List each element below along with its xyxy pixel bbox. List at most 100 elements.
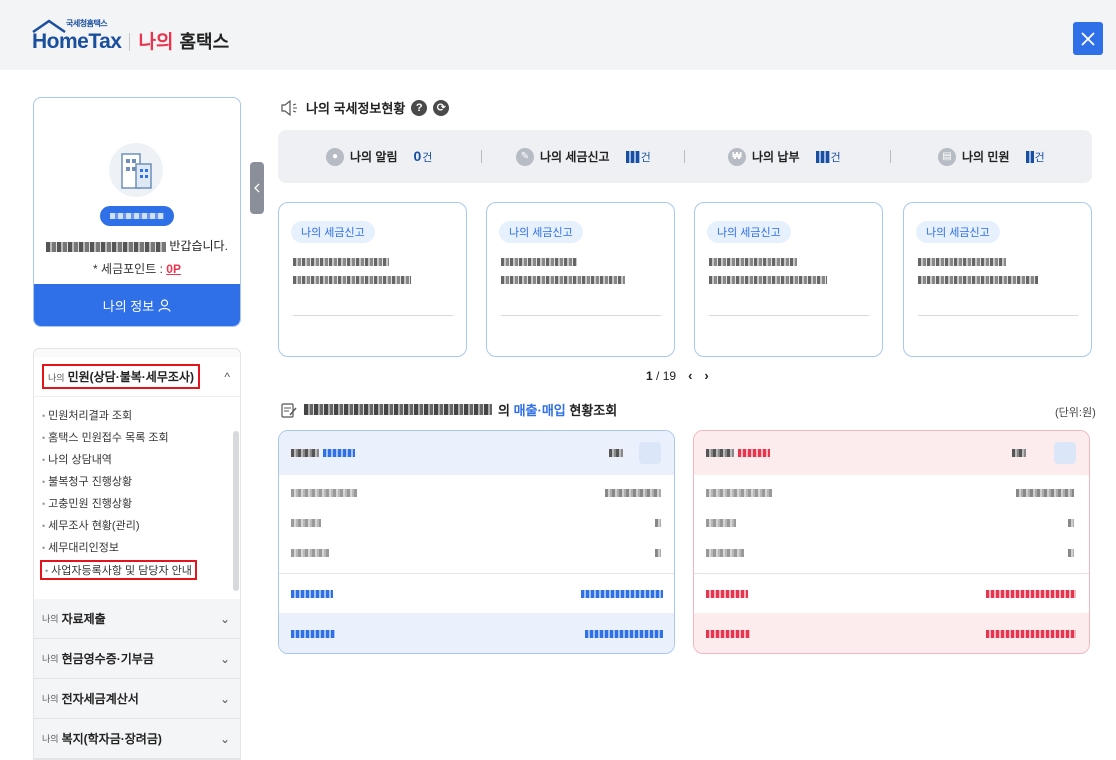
submenu-civil: 민원처리결과 조회 홈택스 민원접수 목록 조회 나의 상담내역 불복청구 진행… <box>34 397 240 599</box>
next-page-button[interactable]: › <box>704 368 708 383</box>
menu-section-cash-receipt[interactable]: 나의 현금영수증·기부금 ⌄ <box>34 639 240 679</box>
status-payment[interactable]: ₩ 나의 납부 건 <box>728 130 841 183</box>
status-civil[interactable]: ▤ 나의 민원 건 <box>938 130 1045 183</box>
card-detail-redacted <box>293 258 389 266</box>
card-detail-redacted <box>709 258 797 266</box>
submenu-item[interactable]: 나의 상담내역 <box>42 451 112 467</box>
tax-status-bar: ● 나의 알림 0건 ✎ 나의 세금신고 건 ₩ 나의 납부 건 ▤ 나의 민원… <box>278 130 1092 183</box>
menu-section-civil-label-box: 나의 민원(상담·불복·세무조사) <box>42 364 200 389</box>
card-tag: 나의 세금신고 <box>916 221 1000 243</box>
panel-row-grand-total <box>279 613 674 653</box>
status-label: 나의 납부 <box>752 150 800 164</box>
unit-label: (단위:원) <box>1055 407 1096 419</box>
card-tag: 나의 세금신고 <box>499 221 583 243</box>
submenu-item-business-registration[interactable]: 사업자등록사항 및 담당자 안내 <box>40 560 197 580</box>
menu-prefix: 나의 <box>48 373 65 383</box>
panel-row-total <box>279 573 674 613</box>
user-type-badge <box>100 206 174 226</box>
business-name-redacted <box>304 404 492 415</box>
status-notifications[interactable]: ● 나의 알림 0건 <box>326 130 432 183</box>
tax-filing-card[interactable]: 나의 세금신고 <box>486 202 675 357</box>
tax-filing-card[interactable]: 나의 세금신고 <box>903 202 1092 357</box>
memo-icon <box>281 402 297 418</box>
tax-filing-card[interactable]: 나의 세금신고 <box>278 202 467 357</box>
card-detail-redacted <box>709 276 827 284</box>
speaker-icon <box>281 99 297 116</box>
menu-section-data-submit[interactable]: 나의 자료제출 ⌄ <box>34 599 240 639</box>
logo-subtitle: 국세청홈택스 <box>66 19 108 28</box>
my-info-button[interactable]: 나의 정보 <box>34 284 240 326</box>
status-label: 나의 민원 <box>962 150 1010 164</box>
menu-section-welfare[interactable]: 나의 복지(학자금·장려금) ⌄ <box>34 719 240 759</box>
refresh-icon[interactable]: ⟳ <box>433 99 450 116</box>
purchase-panel <box>693 430 1090 654</box>
profile-card: 반갑습니다. * 세금포인트 : 0P 나의 정보 <box>33 97 241 327</box>
sales-title-mid: 의 <box>498 403 514 418</box>
menu-section-label: 민원(상담·불복·세무조사) <box>67 370 194 384</box>
status-count: 건 <box>1025 148 1045 165</box>
menu-section-label: 현금영수증·기부금 <box>61 652 154 666</box>
logo-hometax-text: 국세청홈택스 HomeTax <box>32 19 122 54</box>
panel-toggle-button[interactable] <box>1054 442 1076 464</box>
card-tag: 나의 세금신고 <box>291 221 375 243</box>
close-button[interactable] <box>1073 22 1103 55</box>
tax-points: * 세금포인트 : 0P <box>34 260 240 277</box>
menu-scrollbar[interactable] <box>233 431 239 591</box>
submenu-item[interactable]: 고충민원 진행상황 <box>42 495 132 511</box>
document-icon: ✎ <box>516 147 534 166</box>
card-detail-redacted <box>501 258 577 266</box>
panel-header <box>694 431 1089 475</box>
panel-row-total <box>694 573 1089 613</box>
submenu-item[interactable]: 세무대리인정보 <box>42 539 119 555</box>
logo-roof-icon <box>32 19 66 33</box>
submenu-item[interactable]: 불복청구 진행상황 <box>42 473 132 489</box>
status-divider <box>481 150 482 163</box>
sales-title-highlight: 매출·매입 <box>513 403 566 418</box>
status-count: 0건 <box>413 148 433 164</box>
menu-section-label: 복지(학자금·장려금) <box>61 732 162 746</box>
status-count: 건 <box>625 148 651 165</box>
tax-filing-card[interactable]: 나의 세금신고 <box>694 202 883 357</box>
status-tax-filing[interactable]: ✎ 나의 세금신고 건 <box>516 130 651 183</box>
chevron-left-icon <box>254 183 260 193</box>
logo-divider <box>129 33 131 51</box>
hometax-logo[interactable]: 국세청홈택스 HomeTax 나의 홈택스 <box>32 19 230 54</box>
submenu-item[interactable]: 세무조사 현황(관리) <box>42 517 139 533</box>
menu-section-civil[interactable]: 나의 민원(상담·불복·세무조사) ^ <box>34 357 240 397</box>
logo-title: 홈택스 <box>179 32 230 52</box>
panel-toggle-button[interactable] <box>639 442 661 464</box>
menu-prefix: 나의 <box>42 614 59 624</box>
greeting-text: 반갑습니다. <box>34 237 240 254</box>
payment-icon: ₩ <box>728 147 746 166</box>
menu-prefix: 나의 <box>42 734 59 744</box>
sidebar-collapse-button[interactable] <box>250 162 264 214</box>
sales-panel <box>278 430 675 654</box>
page-indicator: 1 / 19 <box>646 368 677 383</box>
status-label: 나의 세금신고 <box>540 150 610 164</box>
status-title-text: 나의 국세정보현황 <box>306 101 406 116</box>
submenu-item[interactable]: 민원처리결과 조회 <box>42 407 132 423</box>
logo-my: 나의 <box>138 32 174 53</box>
prev-page-button[interactable]: ‹ <box>688 368 692 383</box>
status-divider <box>890 150 891 163</box>
logo-main: HomeTax <box>32 30 122 53</box>
card-divider <box>709 315 869 316</box>
menu-prefix: 나의 <box>42 694 59 704</box>
submenu-item[interactable]: 홈택스 민원접수 목록 조회 <box>42 429 169 445</box>
building-icon <box>109 143 163 197</box>
points-label: * 세금포인트 : <box>93 262 167 276</box>
card-divider <box>501 315 661 316</box>
points-value[interactable]: 0P <box>166 262 181 276</box>
sidebar-menu: 나의민원(상담·불복·세무조사) ^ 민원처리결과 조회 홈택스 민원접수 목록… <box>33 348 241 760</box>
card-detail-redacted <box>918 258 1006 266</box>
chevron-down-icon: ⌄ <box>219 651 230 666</box>
civil-icon: ▤ <box>938 147 956 166</box>
menu-section-label: 자료제출 <box>61 612 106 626</box>
menu-section-e-invoice[interactable]: 나의 전자세금계산서 ⌄ <box>34 679 240 719</box>
sales-purchase-title: 의 매출·매입 현황조회 <box>280 400 617 419</box>
help-icon[interactable]: ? <box>411 99 428 116</box>
chevron-down-icon: ⌄ <box>219 691 230 706</box>
card-detail-redacted <box>501 276 625 284</box>
greeting-suffix: 반갑습니다. <box>169 239 228 253</box>
card-detail-redacted <box>293 276 411 284</box>
